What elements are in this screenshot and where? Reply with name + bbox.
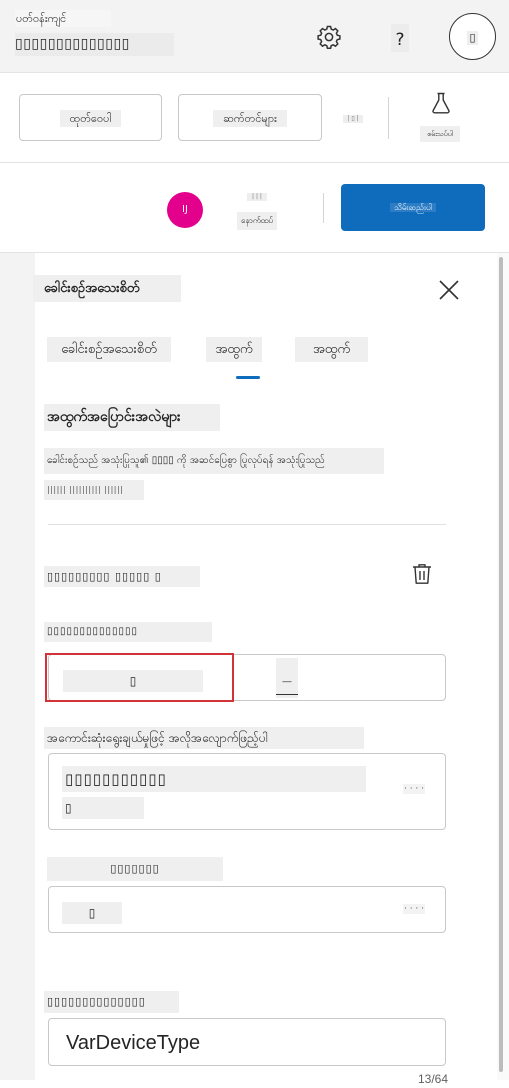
panel-title: ခေါင်းစဉ်အသေးစိတ် (33, 275, 181, 302)
environment-label: ပတ်ဝန်းကျင် (15, 10, 111, 27)
scrollbar-thumb[interactable] (499, 257, 503, 1072)
section-description: ခေါင်းစဉ်သည် အသုံးပြုသူ၏ ▯▯▯▯ ကို အဆင်ပြ… (44, 448, 384, 474)
account-avatar-button[interactable]: ▯ (449, 13, 496, 60)
name-input-suffix: __ (276, 658, 298, 698)
type-select-value: ▯ (62, 902, 122, 924)
gear-icon[interactable] (314, 22, 344, 52)
tab-output[interactable]: အထွက် (206, 337, 262, 362)
save-button-label: သိမ်းဆည်းပါ (390, 203, 436, 212)
variable-name-label: ▯▯▯▯▯▯▯▯▯▯▯▯▯▯ (44, 991, 179, 1013)
test-button-label[interactable]: စမ်းသပ်ပါ (420, 126, 460, 142)
autofill-value-line1: ▯▯▯▯▯▯▯▯▯▯▯ (62, 766, 366, 792)
trash-icon[interactable] (411, 562, 433, 586)
close-icon[interactable] (437, 278, 461, 302)
variable-name-value: VarDeviceType (66, 1032, 201, 1054)
variable-heading: ▯▯▯▯▯▯▯▯▯ ▯▯▯▯▯ ▯ (44, 566, 200, 587)
row-divider (323, 193, 324, 223)
type-more-options-icon[interactable]: · · · · (403, 904, 425, 914)
flask-icon[interactable] (429, 91, 453, 115)
publish-button-label: ထုတ်ဝေပါ (59, 110, 122, 127)
type-label: ▯▯▯▯▯▯▯ (47, 857, 223, 881)
app-title: ▯▯▯▯▯▯▯▯▯▯▯▯▯▯ (15, 33, 174, 56)
highlight-box (45, 653, 234, 702)
user-avatar[interactable]: IJ (167, 192, 203, 228)
tab-output-secondary[interactable]: အထွက် (295, 337, 368, 362)
avatar-label: ▯ (467, 31, 478, 45)
overflow-indicator[interactable]: | ▯ | (343, 115, 363, 123)
more-indicator: | | | (247, 193, 267, 201)
name-label: ▯▯▯▯▯▯▯▯▯▯▯▯▯▯ (44, 622, 212, 642)
autofill-value-line2: ▯ (62, 797, 144, 819)
help-button[interactable]: ? (391, 24, 409, 52)
command-bar: ထုတ်ဝေပါ ဆက်တင်များ | ▯ | စမ်းသပ်ပါ (0, 73, 509, 163)
settings-button[interactable]: ဆက်တင်များ (178, 94, 322, 141)
settings-button-label: ဆက်တင်များ (213, 110, 287, 127)
more-options-icon[interactable]: · · · · (403, 784, 425, 794)
toolbar-divider (388, 97, 389, 139)
section-title: အထွက်အပြောင်းအလဲများ (44, 404, 220, 431)
character-count: 13/64 (417, 1072, 448, 1086)
tab-topic-details[interactable]: ခေါင်းစဉ်အသေးစိတ် (47, 337, 171, 362)
active-tab-indicator (236, 376, 260, 379)
more-button[interactable]: နောက်ထပ် (237, 212, 277, 230)
secondary-bar: IJ | | | နောက်ထပ် သိမ်းဆည်းပါ (0, 163, 509, 253)
learn-more-link[interactable]: |||||| |||||||||| |||||| (44, 480, 144, 500)
section-divider (48, 524, 446, 525)
publish-button[interactable]: ထုတ်ဝေပါ (19, 94, 162, 141)
suffix-underline (276, 694, 298, 695)
autofill-label: အကောင်းဆုံးရွေးချယ်မှုဖြင့် အလိုအလျောက်ဖ… (44, 727, 364, 749)
save-button[interactable]: သိမ်းဆည်းပါ (341, 184, 485, 231)
